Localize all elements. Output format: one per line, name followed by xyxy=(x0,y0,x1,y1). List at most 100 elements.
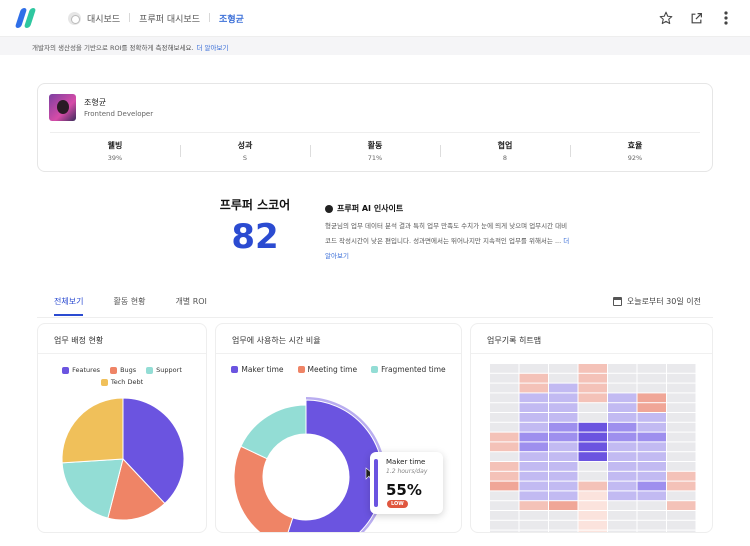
date-range-picker[interactable]: 오늘로부터 30일 이전 xyxy=(612,296,701,307)
heatmap-cell[interactable] xyxy=(637,452,667,461)
heatmap-cell[interactable] xyxy=(549,364,578,373)
heatmap-cell[interactable] xyxy=(637,393,667,403)
heatmap-cell[interactable] xyxy=(578,501,608,510)
heatmap-cell[interactable] xyxy=(667,530,696,533)
heatmap-cell[interactable] xyxy=(608,520,637,530)
heatmap-cell[interactable] xyxy=(490,462,519,471)
heatmap-cell[interactable] xyxy=(637,501,667,510)
heatmap-cell[interactable] xyxy=(490,530,519,533)
heatmap-cell[interactable] xyxy=(667,393,696,403)
heatmap-cell[interactable] xyxy=(608,501,637,510)
heatmap-cell[interactable] xyxy=(637,491,667,501)
heatmap-cell[interactable] xyxy=(608,403,637,412)
heatmap-cell[interactable] xyxy=(549,511,578,520)
donut-slice-meeting-time[interactable] xyxy=(233,445,294,533)
heatmap-cell[interactable] xyxy=(519,422,549,432)
legend-item[interactable]: Meeting time xyxy=(297,365,357,374)
heatmap-cell[interactable] xyxy=(490,452,519,461)
heatmap-cell[interactable] xyxy=(519,462,549,471)
heatmap-cell[interactable] xyxy=(637,413,667,422)
heatmap-cell[interactable] xyxy=(549,442,578,452)
heatmap-cell[interactable] xyxy=(519,383,549,393)
heatmap-cell[interactable] xyxy=(490,373,519,383)
tab-individual-roi[interactable]: 개별 ROI xyxy=(175,294,206,316)
heatmap-cell[interactable] xyxy=(519,393,549,403)
heatmap-cell[interactable] xyxy=(490,413,519,422)
heatmap-cell[interactable] xyxy=(667,403,696,412)
breadcrumb-item-current[interactable]: 조형균 xyxy=(219,12,244,25)
heatmap-cell[interactable] xyxy=(519,403,549,412)
heatmap-cell[interactable] xyxy=(519,481,549,491)
heatmap-cell[interactable] xyxy=(608,422,637,432)
legend-item[interactable]: Support xyxy=(146,366,182,374)
heatmap-cell[interactable] xyxy=(578,530,608,533)
heatmap-cell[interactable] xyxy=(667,471,696,481)
heatmap-cell[interactable] xyxy=(667,373,696,383)
donut-slice-fragmented-time[interactable] xyxy=(240,404,307,460)
legend-item[interactable]: Bugs xyxy=(110,366,136,374)
heatmap-cell[interactable] xyxy=(578,422,608,432)
heatmap-cell[interactable] xyxy=(549,471,578,481)
heatmap-cell[interactable] xyxy=(637,442,667,452)
heatmap-cell[interactable] xyxy=(549,462,578,471)
heatmap-cell[interactable] xyxy=(519,530,549,533)
breadcrumb-item-dashboard[interactable]: 대시보드 xyxy=(87,12,120,25)
heatmap-cell[interactable] xyxy=(490,432,519,442)
tab-activity[interactable]: 활동 현황 xyxy=(113,294,145,316)
heatmap-cell[interactable] xyxy=(549,413,578,422)
legend-item[interactable]: Fragmented time xyxy=(371,365,446,374)
heatmap-cell[interactable] xyxy=(490,481,519,491)
pie-slice-tech-debt[interactable] xyxy=(61,397,124,464)
heatmap-cell[interactable] xyxy=(549,432,578,442)
app-logo[interactable] xyxy=(14,8,41,28)
heatmap-cell[interactable] xyxy=(519,491,549,501)
heatmap-cell[interactable] xyxy=(637,383,667,393)
heatmap-cell[interactable] xyxy=(608,452,637,461)
heatmap-cell[interactable] xyxy=(667,511,696,520)
heatmap-cell[interactable] xyxy=(667,442,696,452)
heatmap-cell[interactable] xyxy=(667,422,696,432)
heatmap-cell[interactable] xyxy=(549,491,578,501)
heatmap-cell[interactable] xyxy=(637,373,667,383)
heatmap-cell[interactable] xyxy=(637,520,667,530)
breadcrumb-item-prupper-dashboard[interactable]: 프루퍼 대시보드 xyxy=(139,12,200,25)
heatmap-cell[interactable] xyxy=(608,383,637,393)
heatmap-cell[interactable] xyxy=(608,432,637,442)
heatmap-cell[interactable] xyxy=(519,501,549,510)
heatmap-cell[interactable] xyxy=(637,511,667,520)
tab-overview[interactable]: 전체보기 xyxy=(54,294,84,316)
heatmap-cell[interactable] xyxy=(490,364,519,373)
heatmap-cell[interactable] xyxy=(667,481,696,491)
heatmap-cell[interactable] xyxy=(667,364,696,373)
more-vertical-icon[interactable] xyxy=(718,10,734,26)
heatmap-cell[interactable] xyxy=(578,364,608,373)
heatmap-cell[interactable] xyxy=(637,403,667,412)
heatmap-cell[interactable] xyxy=(549,520,578,530)
heatmap-cell[interactable] xyxy=(637,530,667,533)
heatmap-cell[interactable] xyxy=(578,452,608,461)
heatmap-cell[interactable] xyxy=(608,471,637,481)
heatmap-cell[interactable] xyxy=(578,481,608,491)
heatmap-cell[interactable] xyxy=(519,364,549,373)
heatmap-cell[interactable] xyxy=(578,471,608,481)
heatmap-cell[interactable] xyxy=(637,462,667,471)
heatmap-cell[interactable] xyxy=(519,452,549,461)
heatmap-cell[interactable] xyxy=(608,530,637,533)
heatmap-cell[interactable] xyxy=(578,462,608,471)
heatmap-cell[interactable] xyxy=(608,364,637,373)
heatmap-cell[interactable] xyxy=(490,442,519,452)
heatmap-cell[interactable] xyxy=(578,511,608,520)
heatmap-cell[interactable] xyxy=(578,432,608,442)
heatmap-cell[interactable] xyxy=(667,501,696,510)
heatmap-cell[interactable] xyxy=(667,520,696,530)
heatmap-cell[interactable] xyxy=(519,373,549,383)
heatmap-cell[interactable] xyxy=(519,511,549,520)
learn-more-link[interactable]: 더 알아보기 xyxy=(197,44,229,52)
star-icon[interactable] xyxy=(658,10,674,26)
heatmap-cell[interactable] xyxy=(519,471,549,481)
heatmap-cell[interactable] xyxy=(549,373,578,383)
heatmap-cell[interactable] xyxy=(578,373,608,383)
heatmap-cell[interactable] xyxy=(608,442,637,452)
heatmap-cell[interactable] xyxy=(637,481,667,491)
heatmap-cell[interactable] xyxy=(490,383,519,393)
